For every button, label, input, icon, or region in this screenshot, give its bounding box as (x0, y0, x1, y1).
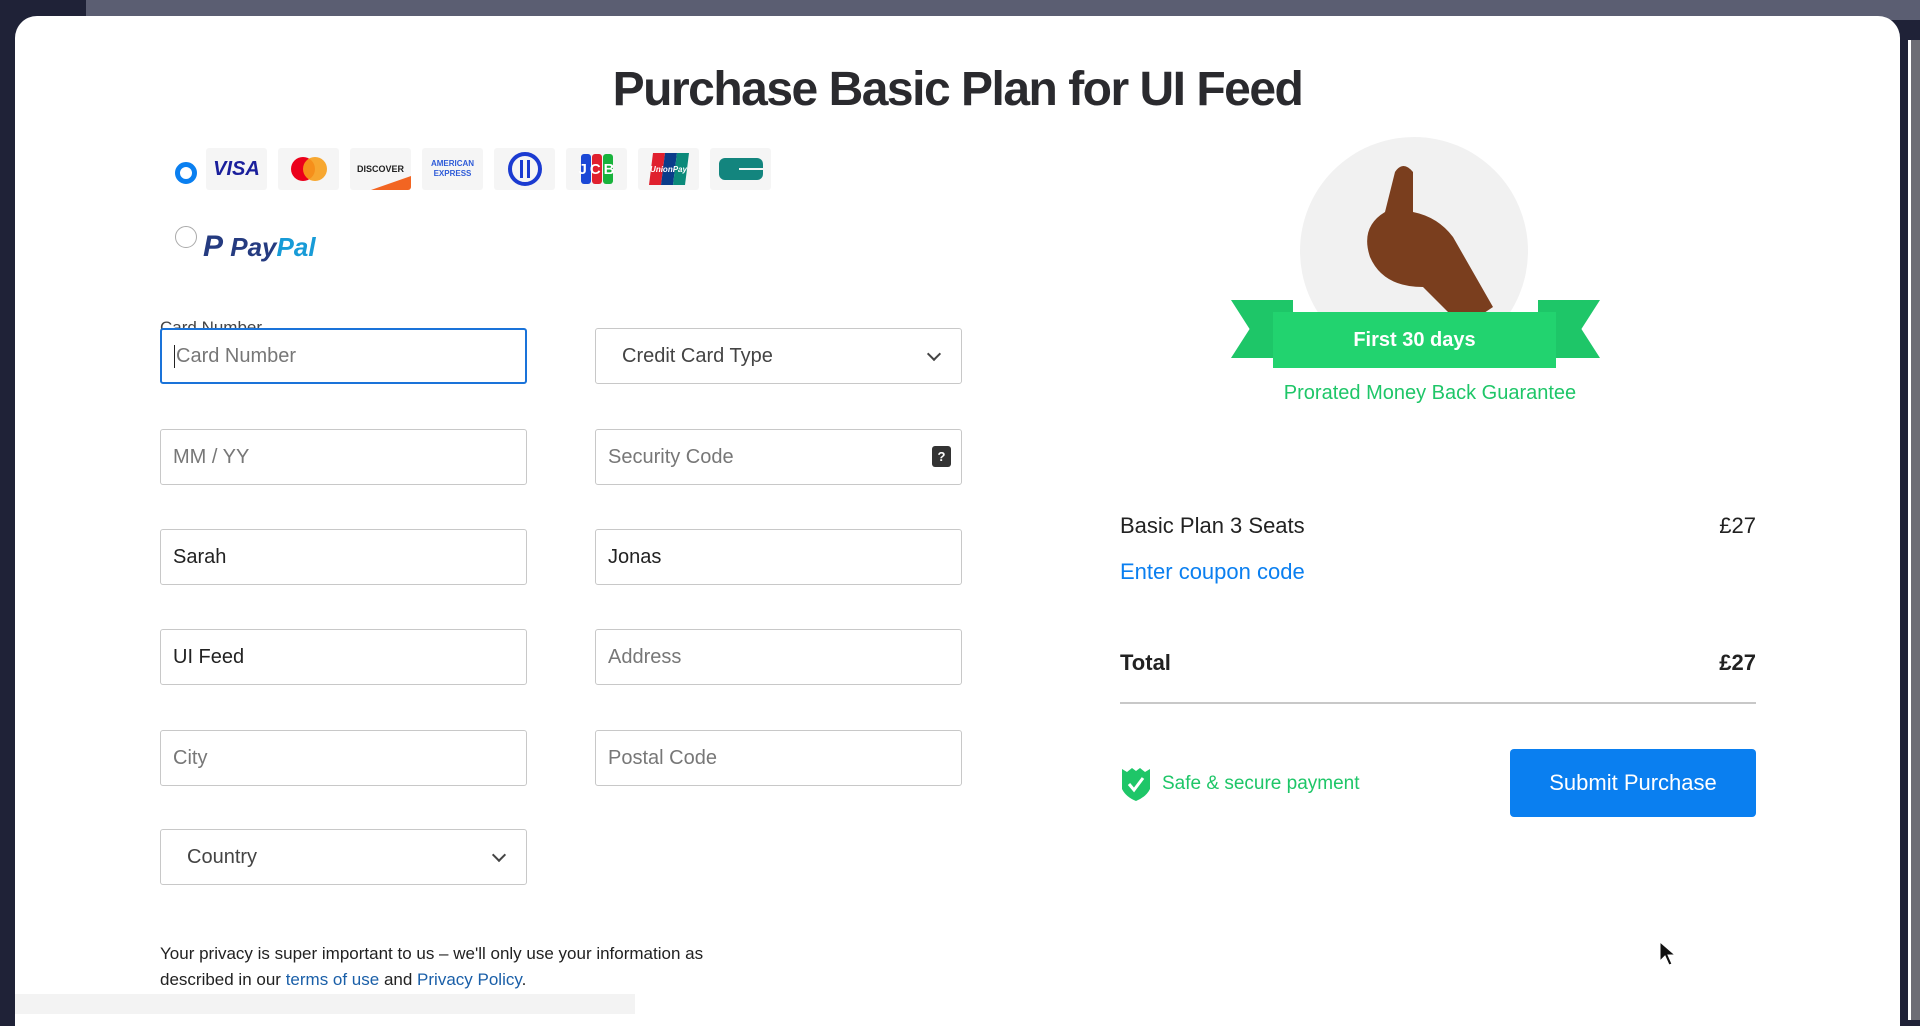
discover-text: DISCOVER (356, 164, 404, 174)
page-title: Purchase Basic Plan for UI Feed (612, 63, 1304, 116)
paypal-p-icon: P (203, 230, 224, 263)
paypal-text-1: Pay (230, 232, 277, 262)
line-item-label: Basic Plan 3 Seats (1120, 513, 1305, 538)
line-item: Basic Plan 3 Seats £27 (1120, 513, 1756, 539)
security-code-input[interactable]: Security Code? (595, 429, 962, 485)
privacy-notice: Your privacy is super important to us – … (160, 941, 760, 993)
amex-icon: AMERICAN EXPRESS (422, 148, 483, 190)
submit-purchase-button[interactable]: Submit Purchase (1510, 749, 1756, 817)
last-name-input[interactable]: Jonas (595, 529, 962, 585)
visa-text: VISA (213, 157, 260, 180)
mouse-cursor-icon (1659, 941, 1677, 966)
bottom-overlay (15, 994, 635, 1014)
guarantee-caption: Prorated Money Back Guarantee (1283, 382, 1577, 404)
address-input[interactable]: Address (595, 629, 962, 685)
card-type-value: Credit Card Type (622, 344, 773, 367)
total-label: Total (1120, 650, 1171, 675)
first-name-input[interactable]: Sarah (160, 529, 527, 585)
discover-icon: DISCOVER (350, 148, 411, 190)
city-placeholder: City (173, 746, 208, 769)
card-radio[interactable] (175, 162, 197, 184)
unionpay-text: UnionPay (650, 164, 687, 174)
privacy-policy-link[interactable]: Privacy Policy (417, 970, 522, 989)
address-placeholder: Address (608, 645, 682, 668)
postal-code-input[interactable]: Postal Code (595, 730, 962, 786)
paypal-text-2: Pal (276, 232, 316, 262)
paypal-radio[interactable] (175, 226, 197, 248)
total-row: Total £27 (1120, 650, 1756, 676)
divider (1120, 702, 1756, 704)
mastercard-icon (278, 148, 339, 190)
expiry-placeholder: MM / YY (173, 445, 250, 468)
card-number-placeholder: Card Number (174, 344, 297, 368)
terms-link[interactable]: terms of use (286, 970, 380, 989)
diners-club-icon (494, 148, 555, 190)
company-input[interactable]: UI Feed (160, 629, 527, 685)
last-name-value: Jonas (608, 545, 662, 568)
company-value: UI Feed (173, 645, 245, 668)
card-logos: VISA DISCOVER AMERICAN EXPRESS JCB Union… (206, 148, 771, 190)
chevron-down-icon (926, 346, 942, 362)
card-type-select[interactable]: Credit Card Type (595, 328, 962, 384)
expiry-input[interactable]: MM / YY (160, 429, 527, 485)
privacy-end: . (521, 970, 527, 989)
privacy-and: and (379, 970, 418, 989)
guarantee-ribbon: First 30 days (1273, 312, 1556, 368)
secure-payment-text: Safe & secure payment (1162, 773, 1360, 794)
postal-code-placeholder: Postal Code (608, 746, 717, 769)
security-code-placeholder: Security Code (608, 445, 734, 468)
card-number-input[interactable]: Card Number (160, 328, 527, 384)
coupon-link[interactable]: Enter coupon code (1120, 559, 1305, 585)
line-item-price: £27 (1719, 513, 1756, 538)
unionpay-icon: UnionPay (638, 148, 699, 190)
jcb-text: JCB (578, 160, 618, 178)
cb-icon (710, 148, 771, 190)
total-value: £27 (1719, 650, 1756, 675)
country-value: Country (187, 845, 258, 868)
first-name-value: Sarah (173, 545, 227, 568)
visa-icon: VISA (206, 148, 267, 190)
chevron-down-icon (491, 847, 507, 863)
paypal-logo[interactable]: P PayPal (203, 230, 316, 264)
amex-text: AMERICAN EXPRESS (430, 159, 475, 178)
jcb-icon: JCB (566, 148, 627, 190)
city-input[interactable]: City (160, 730, 527, 786)
country-select[interactable]: Country (160, 829, 527, 885)
purchase-modal: Purchase Basic Plan for UI Feed VISA DIS… (15, 16, 1900, 1026)
help-icon[interactable]: ? (932, 446, 951, 467)
shield-check-icon (1122, 768, 1150, 801)
scrollbar[interactable] (1908, 40, 1920, 1020)
secure-payment: Safe & secure payment (1120, 766, 1360, 802)
